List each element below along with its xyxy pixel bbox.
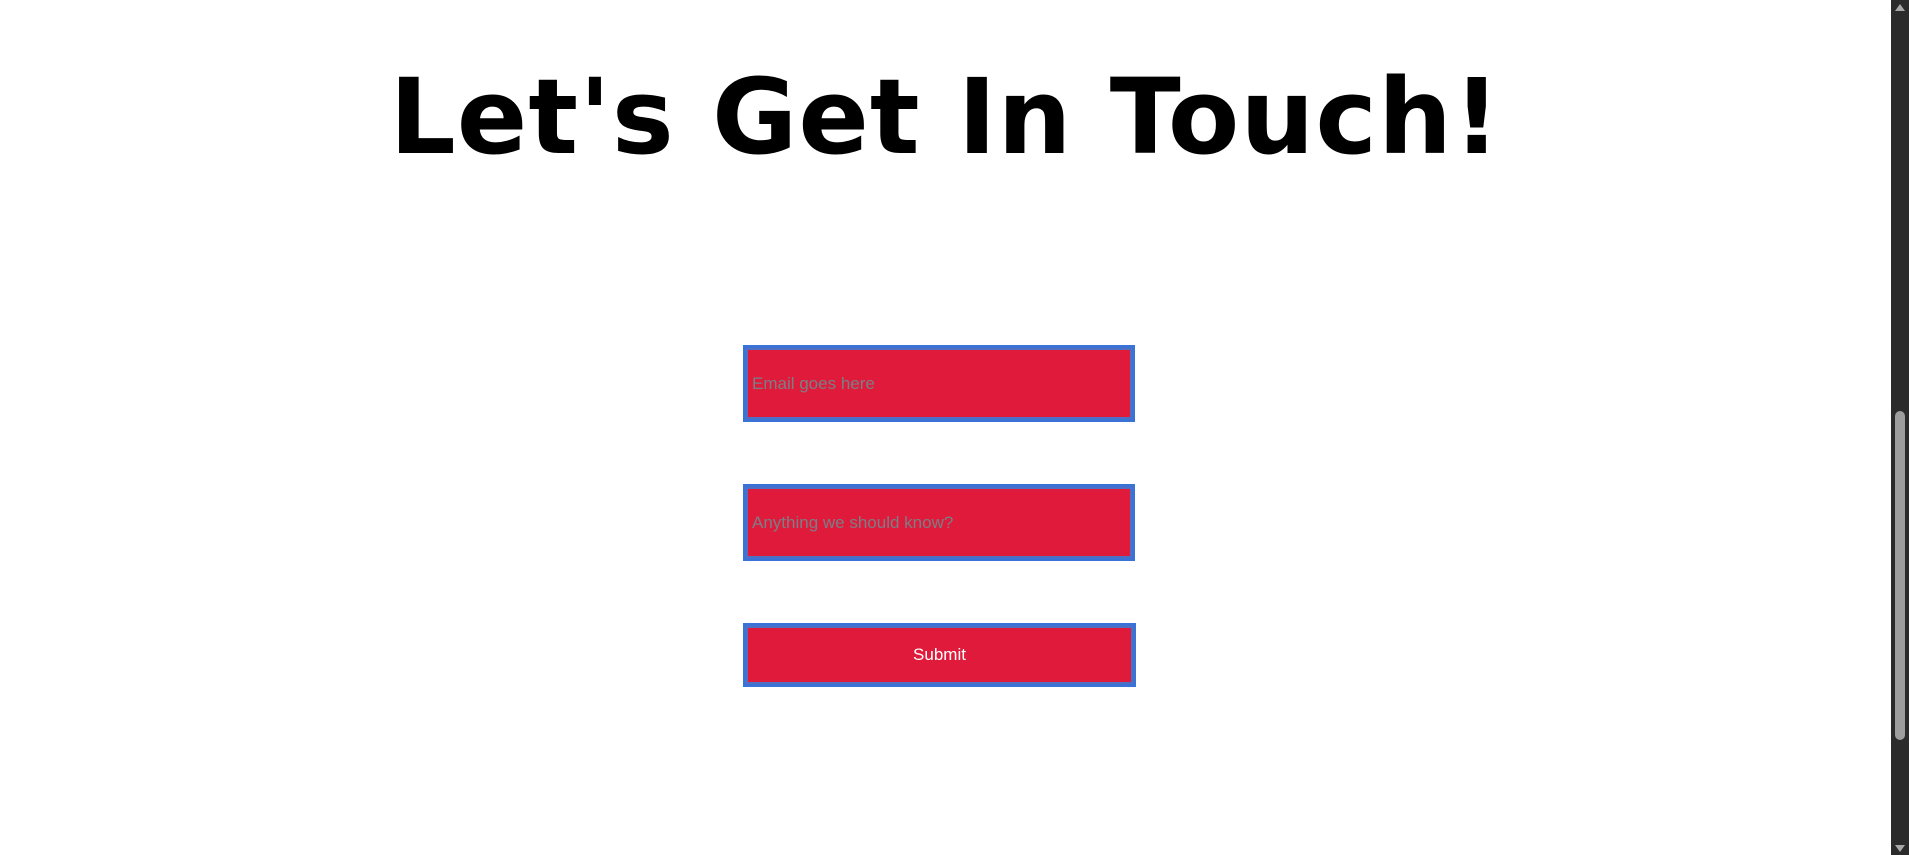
scrollbar-thumb[interactable] [1895, 411, 1905, 740]
submit-button[interactable]: Submit [743, 623, 1136, 687]
scroll-up-arrow-icon[interactable] [1891, 0, 1909, 14]
email-field[interactable] [743, 345, 1135, 422]
scroll-down-arrow-icon[interactable] [1891, 841, 1909, 855]
message-field[interactable] [743, 484, 1135, 561]
vertical-scrollbar[interactable] [1891, 0, 1909, 855]
page-title: Let's Get In Touch! [389, 56, 1502, 178]
page-viewport: Let's Get In Touch! Submit [0, 0, 1891, 855]
